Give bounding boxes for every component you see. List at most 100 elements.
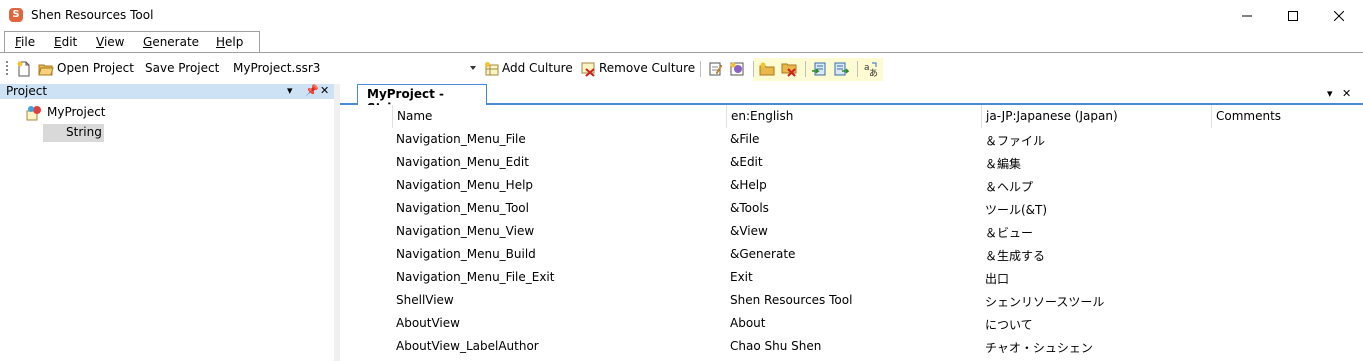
table-row[interactable]: Navigation_Menu_Build &Generate ＆生成する [340, 243, 1363, 266]
table-row[interactable]: AboutView_LabelAuthor Chao Shu Shen チャオ・シュ… [340, 335, 1363, 358]
table-row[interactable]: AboutView About について [340, 312, 1363, 335]
cell-english[interactable]: &File [730, 132, 759, 146]
cell-name[interactable]: Navigation_Menu_Tool [396, 201, 529, 215]
cell-english[interactable]: &Help [730, 178, 767, 192]
import-icon[interactable] [811, 61, 827, 77]
table-row[interactable]: Navigation_Menu_File_Exit Exit 出口 [340, 266, 1363, 289]
edit-document-icon[interactable] [707, 61, 723, 77]
cell-japanese[interactable]: ＆ヘルプ [985, 178, 1033, 195]
menu-view-mnemonic: V [96, 35, 104, 49]
tab-myproject-string[interactable]: MyProject - String [357, 84, 487, 115]
project-panel-header: Project ▾ 📌 ✕ [0, 84, 334, 99]
menu-edit-mnemonic: E [54, 35, 62, 49]
table-row[interactable]: ShellView Shen Resources Tool シェンリソースツール [340, 289, 1363, 312]
cell-name[interactable]: ShellView [396, 293, 454, 307]
add-culture-icon [485, 62, 499, 76]
remove-culture-button[interactable]: Remove Culture [599, 61, 695, 75]
menu-file-label: ile [21, 35, 36, 49]
cell-japanese[interactable]: ツール(&T) [985, 201, 1047, 218]
maximize-button[interactable] [1270, 0, 1316, 31]
cell-japanese[interactable]: ＆ファイル [985, 132, 1045, 149]
document-menu-icon[interactable]: ▾ [1327, 87, 1333, 100]
maximize-icon [1288, 10, 1298, 21]
table-row[interactable]: Navigation_Menu_Tool &Tools ツール(&T) [340, 197, 1363, 220]
project-panel: Project ▾ 📌 ✕ MyProject String [0, 84, 334, 361]
column-header-name[interactable]: Name [392, 105, 726, 128]
cell-name[interactable]: Navigation_Menu_View [396, 224, 534, 238]
table-row[interactable]: Navigation_Menu_Edit &Edit ＆編集 [340, 151, 1363, 174]
open-folder-icon [38, 64, 54, 76]
project-file-value: MyProject.ssr3 [233, 61, 321, 75]
grid-header: Name en:English ja-JP:Japanese (Japan) C… [340, 105, 1363, 128]
column-header-comments[interactable]: Comments [1211, 105, 1363, 128]
resource-grid: Name en:English ja-JP:Japanese (Japan) C… [340, 105, 1363, 361]
cell-japanese[interactable]: 出口 [985, 270, 1009, 287]
cell-name[interactable]: Navigation_Menu_Help [396, 178, 533, 192]
menu-view[interactable]: View [96, 35, 124, 49]
toolbar-grip[interactable] [6, 61, 8, 75]
app-icon: S [9, 8, 23, 22]
panel-menu-icon[interactable]: ▾ [287, 84, 293, 97]
cell-name[interactable]: Navigation_Menu_File [396, 132, 526, 146]
cell-japanese[interactable]: ＆編集 [985, 155, 1021, 172]
column-header-japanese[interactable]: ja-JP:Japanese (Japan) [981, 105, 1211, 128]
remove-resource-file-icon[interactable] [781, 61, 797, 77]
table-row[interactable]: Navigation_Menu_View &View ＆ビュー [340, 220, 1363, 243]
menu-view-label: iew [103, 35, 125, 49]
cell-english[interactable]: About [730, 316, 765, 330]
cell-english[interactable]: &View [730, 224, 768, 238]
column-header-english[interactable]: en:English [726, 105, 981, 128]
cell-name[interactable]: AboutView_LabelAuthor [396, 339, 539, 353]
translate-icon[interactable]: a あ [863, 61, 879, 77]
close-button[interactable] [1316, 0, 1362, 31]
toolbar-separator [753, 61, 754, 77]
menu-edit[interactable]: Edit [54, 35, 77, 49]
menu-generate[interactable]: Generate [143, 35, 199, 49]
cell-japanese[interactable]: シェンリソースツール [985, 293, 1104, 310]
pin-icon[interactable]: 📌 [305, 84, 319, 97]
cell-english[interactable]: Shen Resources Tool [730, 293, 852, 307]
save-project-button[interactable]: Save Project [145, 61, 219, 75]
project-file-select[interactable]: MyProject.ssr3 [226, 57, 480, 79]
table-row[interactable]: Navigation_Menu_File &File ＆ファイル [340, 128, 1363, 151]
document-panel: MyProject - String ▾ ✕ Name en:English j… [340, 84, 1363, 361]
cell-english[interactable]: &Edit [730, 155, 763, 169]
cell-name[interactable]: AboutView [396, 316, 460, 330]
cell-english[interactable]: Chao Shu Shen [730, 339, 821, 353]
menu-help-mnemonic: H [216, 35, 226, 49]
cell-english[interactable]: &Tools [730, 201, 769, 215]
project-panel-title: Project [6, 84, 48, 98]
title-bar: S Shen Resources Tool [0, 0, 1363, 31]
menu-file[interactable]: File [15, 35, 35, 49]
add-resource-file-icon[interactable] [759, 61, 775, 77]
column-header-label: en:English [731, 109, 794, 123]
tree-item-string[interactable]: String [66, 125, 102, 139]
minimize-button[interactable] [1224, 0, 1270, 31]
cell-english[interactable]: Exit [730, 270, 753, 284]
cell-name[interactable]: Navigation_Menu_File_Exit [396, 270, 554, 284]
svg-text:あ: あ [869, 68, 878, 77]
cell-english[interactable]: &Generate [730, 247, 795, 261]
column-header-label: Name [397, 109, 433, 123]
menu-generate-label: enerate [152, 35, 200, 49]
document-close-icon[interactable]: ✕ [1342, 87, 1351, 100]
cell-japanese[interactable]: ＆ビュー [985, 224, 1033, 241]
resource-properties-icon[interactable] [729, 61, 745, 77]
new-project-icon[interactable] [16, 61, 32, 77]
export-icon[interactable] [833, 61, 849, 77]
tree-item-myproject[interactable]: MyProject [47, 105, 106, 119]
cell-japanese[interactable]: ＆生成する [985, 247, 1045, 264]
open-project-button[interactable]: Open Project [57, 61, 134, 75]
add-culture-button[interactable]: Add Culture [502, 61, 573, 75]
panel-close-icon[interactable]: ✕ [320, 84, 329, 97]
toolbar: Open Project Save Project MyProject.ssr3… [0, 53, 1363, 84]
menu-help[interactable]: Help [216, 35, 243, 49]
column-header-label: ja-JP:Japanese (Japan) [986, 109, 1118, 123]
close-icon [1334, 10, 1344, 21]
table-row[interactable]: Navigation_Menu_Help &Help ＆ヘルプ [340, 174, 1363, 197]
cell-name[interactable]: Navigation_Menu_Edit [396, 155, 529, 169]
cell-japanese[interactable]: チャオ・シュシェン [985, 339, 1093, 356]
cell-japanese[interactable]: について [985, 316, 1033, 333]
cell-name[interactable]: Navigation_Menu_Build [396, 247, 536, 261]
toolbar-separator [700, 61, 701, 77]
